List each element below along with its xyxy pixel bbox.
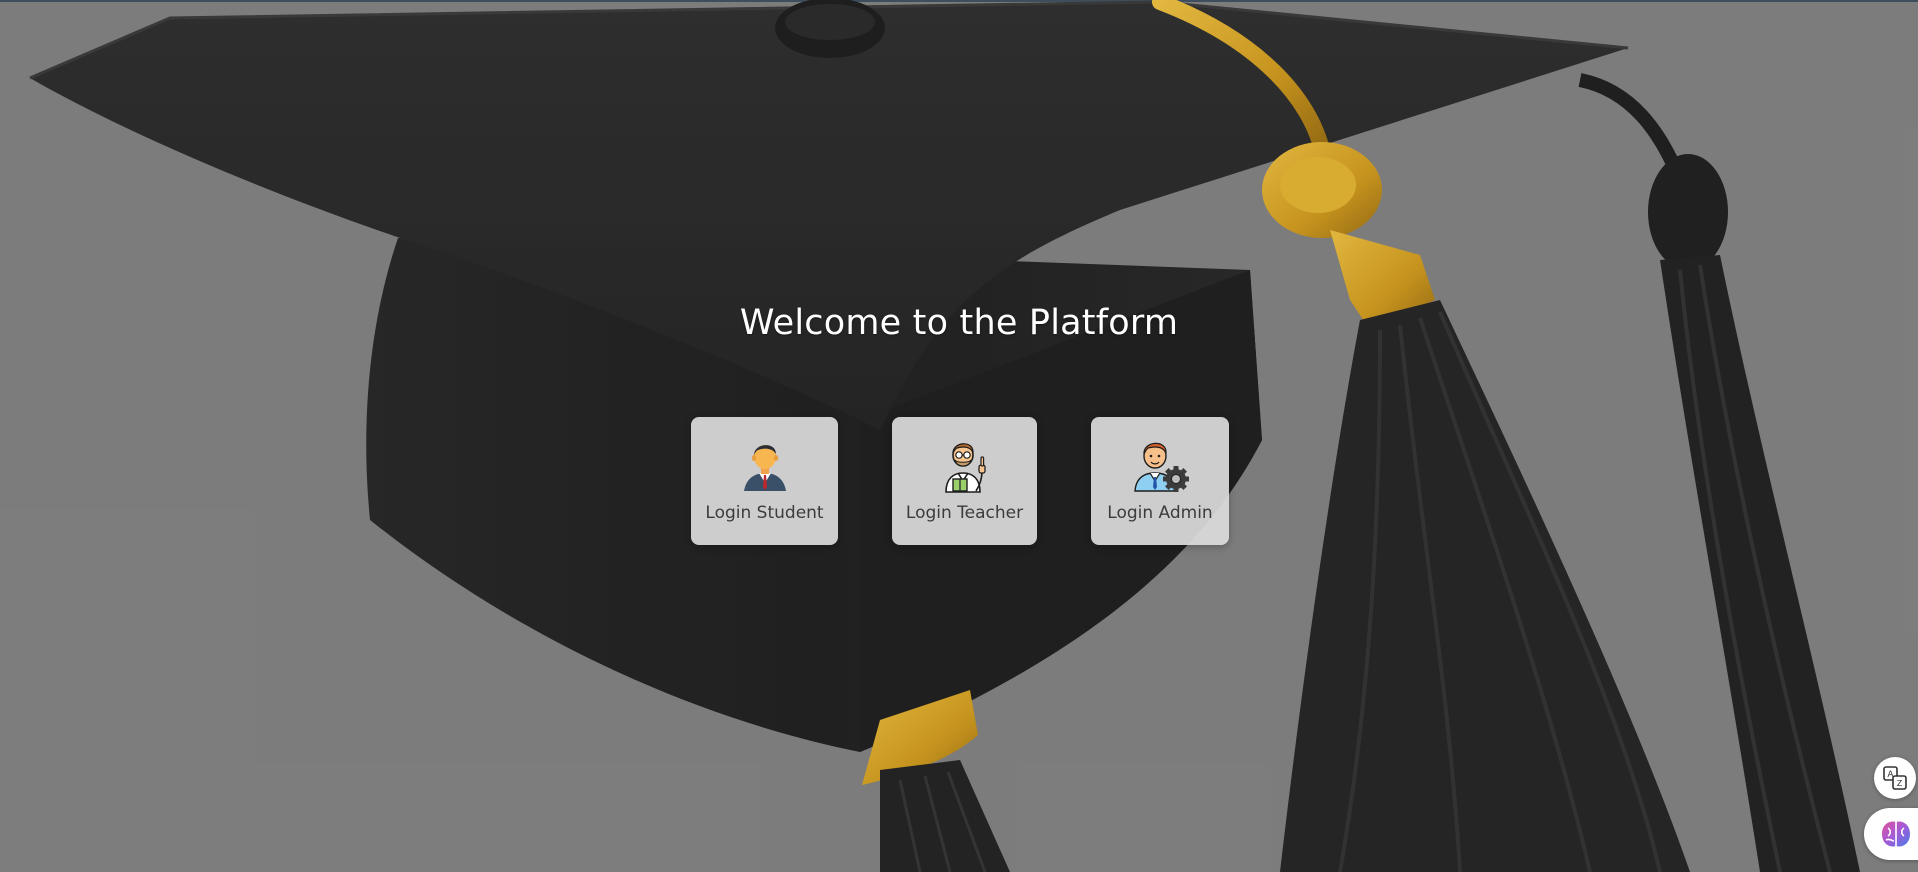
translate-button[interactable]: A Z (1874, 757, 1916, 799)
login-teacher-button[interactable]: Login Teacher (892, 417, 1037, 545)
admin-icon (1134, 442, 1189, 492)
page-title: Welcome to the Platform (739, 303, 1179, 343)
teacher-icon (944, 443, 986, 493)
login-teacher-label: Login Teacher (905, 503, 1024, 523)
login-admin-button[interactable]: Login Admin (1091, 417, 1229, 545)
login-admin-label: Login Admin (1107, 503, 1213, 523)
translate-icon: A Z (1883, 766, 1907, 790)
landing-page: Welcome to the Platform Login Student Lo… (0, 0, 1918, 872)
login-student-button[interactable]: Login Student (691, 417, 838, 545)
login-student-label: Login Student (705, 503, 824, 523)
svg-text:Z: Z (1897, 779, 1903, 788)
ai-assistant-button[interactable] (1864, 808, 1918, 860)
student-icon (743, 445, 786, 491)
brain-icon (1882, 821, 1910, 847)
